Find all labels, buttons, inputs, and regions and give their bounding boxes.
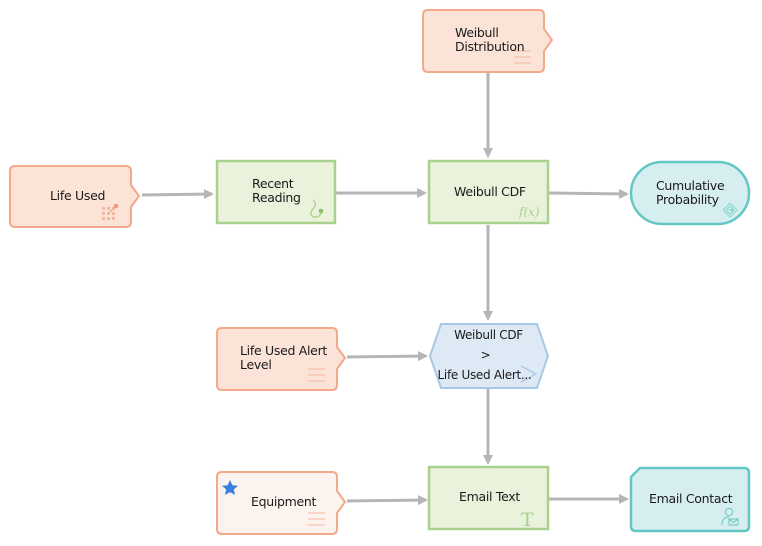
label-email-text: Email Text <box>459 490 520 504</box>
edge-life-used-to-recent-reading[interactable] <box>141 189 214 200</box>
label-line: Email Contact <box>649 491 733 506</box>
label-line: Life Used <box>50 188 106 203</box>
label-line: Level <box>240 357 272 372</box>
function-fx-icon: f(x) <box>518 205 540 219</box>
label-email-contact: Email Contact <box>649 491 733 506</box>
label-line: Recent <box>252 176 294 191</box>
label-line: Cumulative <box>656 178 725 193</box>
label-line: Life Used Alert <box>240 343 328 358</box>
label-line: Life Used Alert... <box>437 368 532 382</box>
edge-life-used-alert-level-to-comparison[interactable] <box>346 351 428 362</box>
label-weibull-distribution: Weibull Distribution <box>455 25 525 54</box>
label-comparison: Weibull CDF > Life Used Alert... <box>432 325 545 385</box>
edge-weibull-cdf-to-cumulative-probability[interactable] <box>548 188 629 199</box>
edge-equipment-to-email-text[interactable] <box>346 495 428 506</box>
label-line: Weibull <box>455 25 499 40</box>
connectors <box>141 73 629 506</box>
label-line: Distribution <box>455 39 525 54</box>
label-line: Weibull CDF <box>454 184 526 199</box>
label-life-used-alert-level: Life Used Alert Level <box>240 344 327 372</box>
label-weibull-cdf: Weibull CDF <box>454 185 526 199</box>
label-line: Email Text <box>459 489 520 504</box>
flow-diagram-canvas: f(x) T <box>9 9 751 535</box>
label-line: Reading <box>252 190 301 205</box>
label-line: Probability <box>656 192 719 207</box>
label-line: Equipment <box>251 494 317 509</box>
label-recent-reading: Recent Reading <box>252 177 301 205</box>
text-t-icon: T <box>521 509 534 531</box>
label-line: > <box>480 348 491 362</box>
label-line: Weibull CDF <box>454 328 523 342</box>
label-equipment: Equipment <box>251 495 316 509</box>
label-life-used: Life Used <box>50 189 105 203</box>
label-cumulative-probability: Cumulative Probability <box>656 178 725 207</box>
